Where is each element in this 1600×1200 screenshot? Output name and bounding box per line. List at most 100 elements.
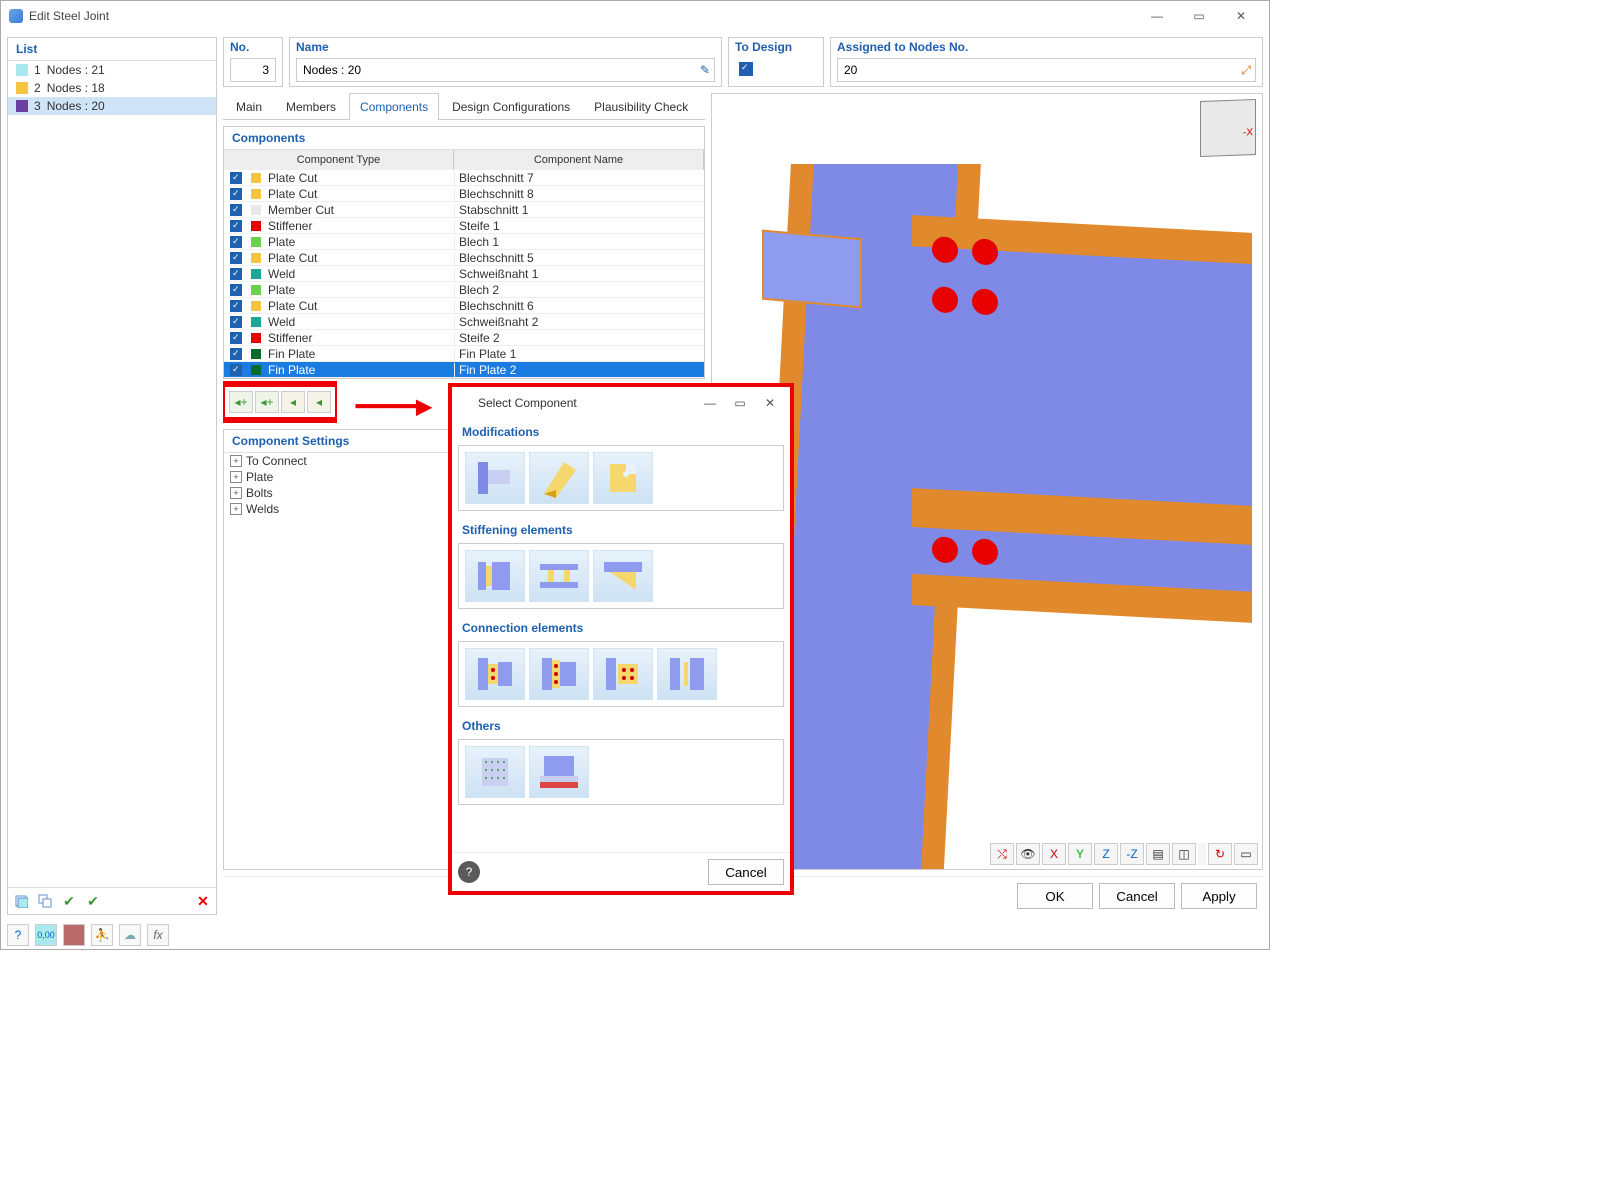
dialog-close-button[interactable]: ✕ xyxy=(758,391,782,415)
tab-plausibility-check[interactable]: Plausibility Check xyxy=(583,93,699,120)
component-row[interactable]: Weld Schweißnaht 2 xyxy=(224,314,704,330)
cancel-button[interactable]: Cancel xyxy=(1099,883,1175,909)
bolt-pattern-icon[interactable] xyxy=(465,746,525,798)
axis-neg-z-icon[interactable]: -Z xyxy=(1120,843,1144,865)
expand-icon[interactable]: + xyxy=(230,503,242,515)
haunch-icon[interactable] xyxy=(593,550,653,602)
close-button[interactable]: ✕ xyxy=(1221,4,1261,28)
list-item[interactable]: 1Nodes : 21 xyxy=(8,61,216,79)
row-checkbox[interactable] xyxy=(230,220,242,232)
row-checkbox[interactable] xyxy=(230,332,242,344)
person-icon[interactable]: ⛹ xyxy=(91,924,113,946)
todesign-checkbox[interactable] xyxy=(739,62,753,76)
color-icon[interactable] xyxy=(63,924,85,946)
copy-item-button[interactable] xyxy=(34,890,56,912)
row-checkbox[interactable] xyxy=(230,236,242,248)
component-row[interactable]: Plate Cut Blechschnitt 5 xyxy=(224,250,704,266)
reset-view-icon[interactable]: ↻ xyxy=(1208,843,1232,865)
component-type: Plate xyxy=(264,235,454,249)
component-row[interactable]: Plate Cut Blechschnitt 8 xyxy=(224,186,704,202)
cloud-icon[interactable]: ☁ xyxy=(119,924,141,946)
edit-name-icon[interactable]: ✎ xyxy=(700,63,710,77)
component-row[interactable]: Plate Cut Blechschnitt 7 xyxy=(224,170,704,186)
dialog-maximize-button[interactable]: ▭ xyxy=(728,391,752,415)
gusset-plate-icon[interactable] xyxy=(593,648,653,700)
component-row[interactable]: Member Cut Stabschnitt 1 xyxy=(224,202,704,218)
precision-icon[interactable]: 0,00 xyxy=(35,924,57,946)
add-component-button-3[interactable]: ◂ xyxy=(281,391,305,413)
assigned-input[interactable] xyxy=(844,63,1249,77)
no-input[interactable] xyxy=(237,63,269,77)
dialog-minimize-button[interactable]: — xyxy=(698,391,722,415)
end-plate-icon[interactable] xyxy=(529,648,589,700)
component-row[interactable]: Plate Cut Blechschnitt 6 xyxy=(224,298,704,314)
ok-button[interactable]: OK xyxy=(1017,883,1093,909)
list-item[interactable]: 2Nodes : 18 xyxy=(8,79,216,97)
row-checkbox[interactable] xyxy=(230,316,242,328)
delete-item-button[interactable]: ✕ xyxy=(192,890,214,912)
axes-icon[interactable]: ⤭ xyxy=(990,843,1014,865)
row-checkbox[interactable] xyxy=(230,348,242,360)
assigned-field: Assigned to Nodes No. ⤢ xyxy=(830,37,1263,87)
check-button-1[interactable]: ✔ xyxy=(58,890,80,912)
expand-icon[interactable]: + xyxy=(230,471,242,483)
axis-z-icon[interactable]: Z xyxy=(1094,843,1118,865)
component-row[interactable]: Plate Blech 2 xyxy=(224,282,704,298)
fx-icon[interactable]: fx xyxy=(147,924,169,946)
add-component-button-1[interactable]: ◂+ xyxy=(229,391,253,413)
component-row[interactable]: Stiffener Steife 2 xyxy=(224,330,704,346)
component-row[interactable]: Fin Plate Fin Plate 2 xyxy=(224,362,704,378)
row-checkbox[interactable] xyxy=(230,300,242,312)
new-item-button[interactable] xyxy=(10,890,32,912)
expand-icon[interactable]: + xyxy=(230,487,242,499)
component-row[interactable]: Stiffener Steife 1 xyxy=(224,218,704,234)
dialog-cancel-button[interactable]: Cancel xyxy=(708,859,784,885)
pick-nodes-icon[interactable]: ⤢ xyxy=(1241,63,1251,78)
row-checkbox[interactable] xyxy=(230,204,242,216)
color-swatch-icon xyxy=(251,285,261,295)
tab-design-configurations[interactable]: Design Configurations xyxy=(441,93,581,120)
app-logo-icon xyxy=(9,9,23,23)
row-checkbox[interactable] xyxy=(230,252,242,264)
notch-icon[interactable] xyxy=(593,452,653,504)
name-input[interactable] xyxy=(303,63,708,77)
plate-cut-icon[interactable] xyxy=(529,452,589,504)
fin-plate-icon[interactable] xyxy=(465,648,525,700)
component-type: Plate Cut xyxy=(264,299,454,313)
member-cut-icon[interactable] xyxy=(465,452,525,504)
component-row[interactable]: Fin Plate Fin Plate 1 xyxy=(224,346,704,362)
base-plate-icon[interactable] xyxy=(529,746,589,798)
component-name: Blechschnitt 8 xyxy=(454,187,704,201)
apply-button[interactable]: Apply xyxy=(1181,883,1257,909)
layers-icon[interactable]: ▤ xyxy=(1146,843,1170,865)
row-checkbox[interactable] xyxy=(230,172,242,184)
component-name: Schweißnaht 1 xyxy=(454,267,704,281)
tab-components[interactable]: Components xyxy=(349,93,439,120)
add-component-button-2[interactable]: ◂+ xyxy=(255,391,279,413)
check-button-2[interactable]: ✔ xyxy=(82,890,104,912)
fullscreen-icon[interactable]: ▭ xyxy=(1234,843,1258,865)
row-checkbox[interactable] xyxy=(230,188,242,200)
row-checkbox[interactable] xyxy=(230,364,242,376)
row-checkbox[interactable] xyxy=(230,268,242,280)
cube-icon[interactable]: ◫ xyxy=(1172,843,1196,865)
tab-members[interactable]: Members xyxy=(275,93,347,120)
maximize-button[interactable]: ▭ xyxy=(1179,4,1219,28)
axis-y-icon[interactable]: Y xyxy=(1068,843,1092,865)
component-row[interactable]: Weld Schweißnaht 1 xyxy=(224,266,704,282)
list-item[interactable]: 3Nodes : 20 xyxy=(8,97,216,115)
rib-icon[interactable] xyxy=(529,550,589,602)
help-icon[interactable]: ? xyxy=(458,861,480,883)
help-icon[interactable]: ? xyxy=(7,924,29,946)
component-row[interactable]: Plate Blech 1 xyxy=(224,234,704,250)
axis-x-icon[interactable]: X xyxy=(1042,843,1066,865)
expand-icon[interactable]: + xyxy=(230,455,242,467)
eye-icon[interactable]: 👁 xyxy=(1016,843,1040,865)
add-component-button-4[interactable]: ◂ xyxy=(307,391,331,413)
tab-main[interactable]: Main xyxy=(225,93,273,120)
minimize-button[interactable]: — xyxy=(1137,4,1177,28)
splice-icon[interactable] xyxy=(657,648,717,700)
view-cube[interactable]: -X xyxy=(1200,99,1256,157)
row-checkbox[interactable] xyxy=(230,284,242,296)
stiffener-icon[interactable] xyxy=(465,550,525,602)
